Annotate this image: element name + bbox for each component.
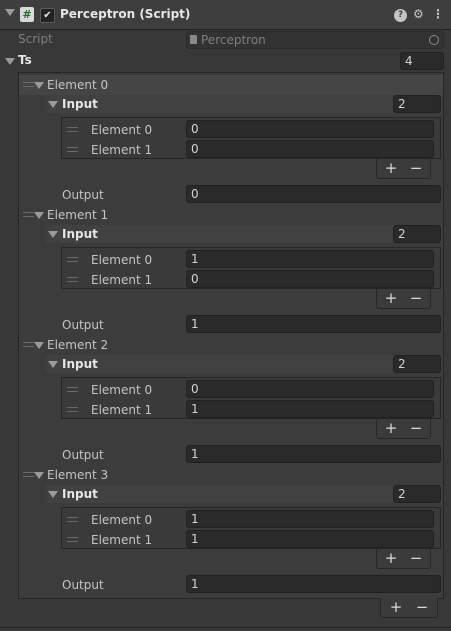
input-item-label: Element 1 bbox=[91, 273, 153, 287]
script-label: Script bbox=[18, 32, 53, 46]
preset-sliders-icon[interactable]: ⚙ bbox=[413, 7, 424, 21]
ts-foldout-arrow-icon[interactable] bbox=[5, 58, 15, 65]
input-list-footer: + − bbox=[376, 159, 431, 179]
ts-list-footer: + − bbox=[380, 598, 438, 618]
drag-handle-icon[interactable] bbox=[67, 257, 78, 262]
component-foldout-arrow-icon[interactable] bbox=[5, 9, 15, 16]
element-foldout-arrow-icon[interactable] bbox=[34, 212, 44, 219]
script-field[interactable]: Perceptron bbox=[186, 31, 444, 49]
add-button[interactable]: + bbox=[378, 159, 404, 177]
ts-remove-button[interactable]: − bbox=[409, 598, 435, 616]
output-label: Output bbox=[62, 318, 104, 332]
element-foldout-arrow-icon[interactable] bbox=[34, 472, 44, 479]
input-item-field[interactable]: 0 bbox=[186, 270, 434, 288]
input-label: Input bbox=[62, 357, 98, 371]
input-foldout-arrow-icon[interactable] bbox=[48, 361, 58, 368]
drag-handle-icon[interactable] bbox=[67, 277, 78, 282]
divider bbox=[0, 627, 451, 628]
component-title: Perceptron (Script) bbox=[60, 7, 191, 21]
input-size-field[interactable]: 2 bbox=[393, 485, 441, 503]
add-button[interactable]: + bbox=[378, 419, 404, 437]
object-picker-icon[interactable] bbox=[429, 35, 439, 45]
output-field[interactable]: 1 bbox=[186, 445, 441, 463]
drag-handle-icon[interactable] bbox=[67, 147, 78, 152]
input-item-field[interactable]: 1 bbox=[186, 510, 434, 528]
output-field[interactable]: 0 bbox=[186, 185, 441, 203]
output-label: Output bbox=[62, 188, 104, 202]
drag-handle-icon[interactable] bbox=[23, 472, 34, 477]
input-header bbox=[46, 485, 442, 503]
drag-handle-icon[interactable] bbox=[23, 82, 34, 87]
add-button[interactable]: + bbox=[378, 549, 404, 567]
input-foldout-arrow-icon[interactable] bbox=[48, 231, 58, 238]
input-item-label: Element 1 bbox=[91, 403, 153, 417]
input-list-footer: + − bbox=[376, 549, 431, 569]
output-field[interactable]: 1 bbox=[186, 575, 441, 593]
input-label: Input bbox=[62, 227, 98, 241]
script-icon: # bbox=[20, 7, 34, 22]
input-item-label: Element 0 bbox=[91, 123, 153, 137]
script-file-icon bbox=[190, 35, 197, 44]
drag-handle-icon[interactable] bbox=[67, 407, 78, 412]
element-foldout-arrow-icon[interactable] bbox=[34, 82, 44, 89]
component-enabled-checkbox[interactable]: ✔ bbox=[40, 8, 55, 23]
drag-handle-icon[interactable] bbox=[67, 517, 78, 522]
input-item-field[interactable]: 1 bbox=[186, 250, 434, 268]
input-item-label: Element 0 bbox=[91, 253, 153, 267]
input-size-field[interactable]: 2 bbox=[393, 355, 441, 373]
input-item-field[interactable]: 0 bbox=[186, 120, 434, 138]
input-item-field[interactable]: 1 bbox=[186, 400, 434, 418]
input-header bbox=[46, 95, 442, 113]
input-item-label: Element 1 bbox=[91, 533, 153, 547]
ts-add-button[interactable]: + bbox=[383, 598, 409, 616]
drag-handle-icon[interactable] bbox=[67, 387, 78, 392]
input-label: Input bbox=[62, 97, 98, 111]
element-label: Element 3 bbox=[47, 468, 109, 482]
element-label: Element 1 bbox=[47, 208, 109, 222]
output-label: Output bbox=[62, 448, 104, 462]
input-item-field[interactable]: 1 bbox=[186, 530, 434, 548]
input-header bbox=[46, 225, 442, 243]
help-icon[interactable]: ? bbox=[394, 9, 407, 22]
input-list-footer: + − bbox=[376, 289, 431, 309]
remove-button[interactable]: − bbox=[403, 549, 429, 567]
component-header: # ✔ Perceptron (Script) ? ⚙ ⋮ bbox=[0, 0, 451, 30]
element-label: Element 2 bbox=[47, 338, 109, 352]
drag-handle-icon[interactable] bbox=[23, 342, 34, 347]
input-item-field[interactable]: 0 bbox=[186, 140, 434, 158]
remove-button[interactable]: − bbox=[403, 159, 429, 177]
input-item-label: Element 0 bbox=[91, 513, 153, 527]
input-header bbox=[46, 355, 442, 373]
drag-handle-icon[interactable] bbox=[67, 537, 78, 542]
output-label: Output bbox=[62, 578, 104, 592]
input-list-footer: + − bbox=[376, 419, 431, 439]
drag-handle-icon[interactable] bbox=[23, 212, 34, 217]
input-size-field[interactable]: 2 bbox=[393, 225, 441, 243]
drag-handle-icon[interactable] bbox=[67, 127, 78, 132]
input-size-field[interactable]: 2 bbox=[393, 95, 441, 113]
input-item-field[interactable]: 0 bbox=[186, 380, 434, 398]
element-label: Element 0 bbox=[47, 78, 109, 92]
script-value: Perceptron bbox=[201, 33, 266, 47]
ts-label: Ts bbox=[18, 53, 32, 67]
element-foldout-arrow-icon[interactable] bbox=[34, 342, 44, 349]
kebab-menu-icon[interactable]: ⋮ bbox=[432, 7, 444, 21]
remove-button[interactable]: − bbox=[403, 419, 429, 437]
input-item-label: Element 0 bbox=[91, 383, 153, 397]
remove-button[interactable]: − bbox=[403, 289, 429, 307]
input-label: Input bbox=[62, 487, 98, 501]
input-item-label: Element 1 bbox=[91, 143, 153, 157]
add-button[interactable]: + bbox=[378, 289, 404, 307]
ts-size-field[interactable]: 4 bbox=[400, 52, 444, 70]
output-field[interactable]: 1 bbox=[186, 315, 441, 333]
input-foldout-arrow-icon[interactable] bbox=[48, 491, 58, 498]
input-foldout-arrow-icon[interactable] bbox=[48, 101, 58, 108]
